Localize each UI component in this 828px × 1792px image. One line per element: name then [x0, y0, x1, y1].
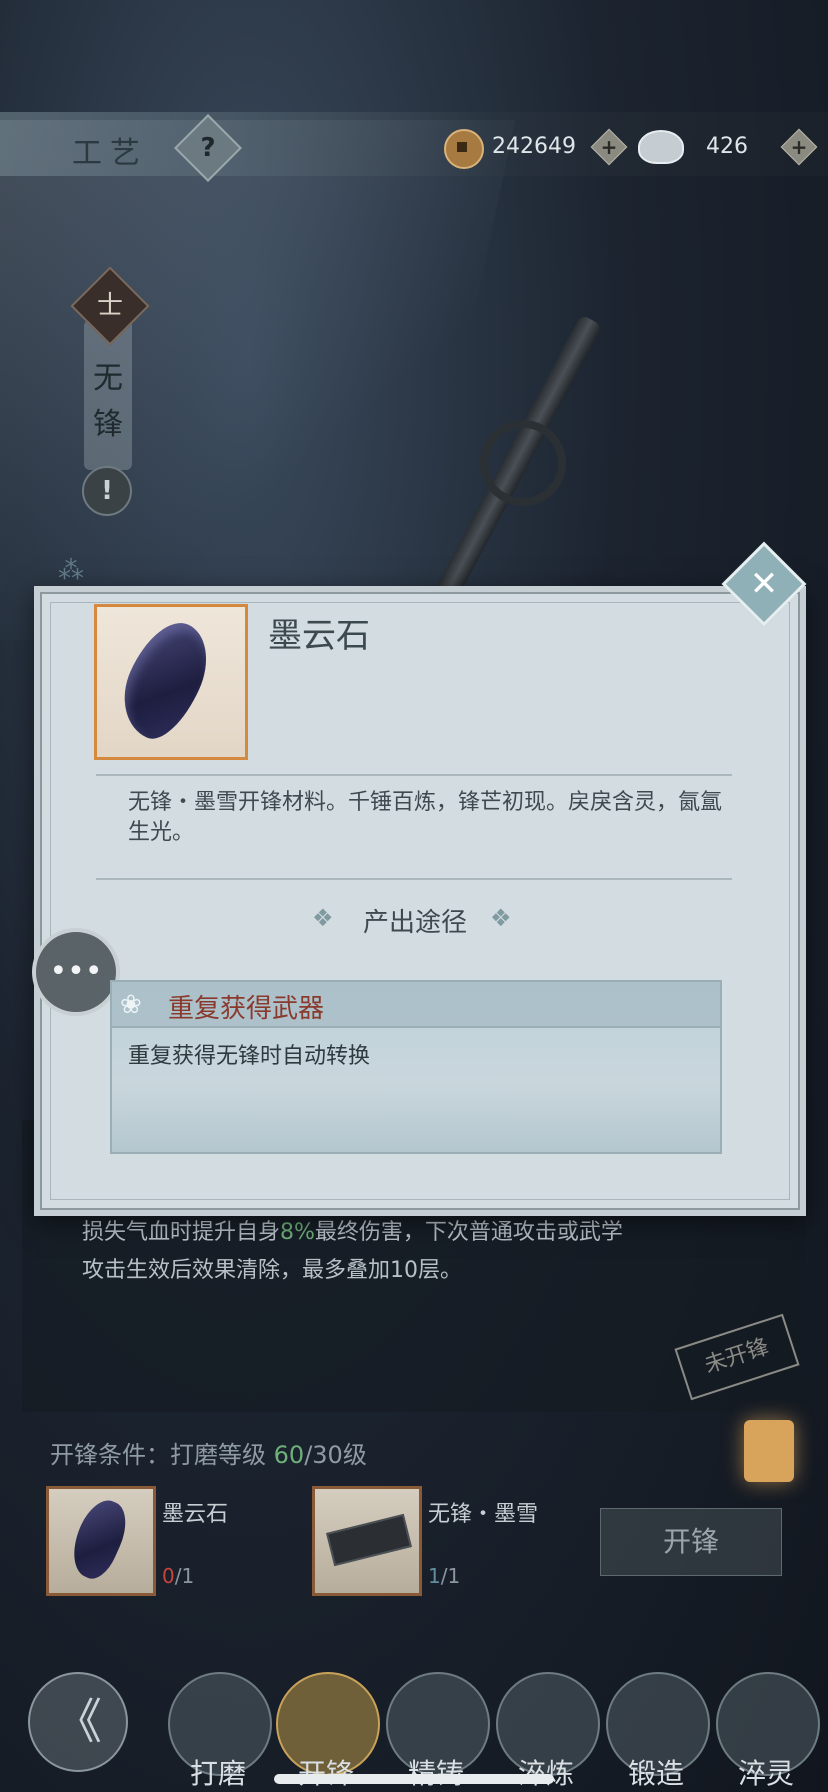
alert-icon[interactable]: !: [82, 466, 132, 516]
source-card-header: ❀ 重复获得武器: [112, 982, 720, 1028]
tab-grind-label: 打磨: [189, 1757, 246, 1790]
material-slot-moyunshi[interactable]: [46, 1486, 156, 1596]
material-name: 无锋・墨雪: [428, 1502, 539, 1527]
help-icon: ?: [200, 133, 216, 163]
silver-ingot-icon: [638, 130, 684, 164]
close-icon: ✕: [749, 564, 779, 604]
item-description: 无锋・墨雪开锋材料。千锤百炼，锋芒初现。戻戾含灵，氤氲生光。: [128, 790, 723, 845]
page-title: 工艺: [72, 136, 148, 171]
source-card[interactable]: ❀ 重复获得武器 重复获得无锋时自动转换: [110, 980, 722, 1154]
divider: [96, 878, 732, 880]
tab-spirit-label: 淬灵: [737, 1757, 794, 1790]
weapon-name: 无锋: [93, 361, 123, 442]
weapon-box-icon: [326, 1513, 412, 1567]
sharpen-condition: 开锋条件：打磨等级 60/30级: [50, 1441, 367, 1469]
divider: [96, 774, 732, 776]
copper-amount: 242649: [492, 134, 576, 159]
material-count: 0/1: [162, 1564, 195, 1588]
effect-description: 损失气血时提升自身8%最终伤害，下次普通攻击或武学 攻击生效后效果清除，最多叠加…: [82, 1220, 623, 1283]
home-indicator[interactable]: [274, 1774, 554, 1784]
source-description: 重复获得无锋时自动转换: [128, 1044, 371, 1069]
lantern-icon: [744, 1420, 794, 1482]
gem-icon: [62, 1493, 136, 1585]
material-name: 墨云石: [162, 1502, 229, 1527]
birds-decoration: ⁂: [58, 556, 92, 586]
rank-glyph: 士: [96, 291, 123, 321]
back-button[interactable]: 《: [28, 1672, 128, 1772]
plus-icon: +: [600, 135, 618, 159]
coin-icon: [444, 129, 484, 169]
silver-amount: 426: [706, 134, 748, 159]
chat-icon[interactable]: •••: [32, 928, 120, 1016]
material-count: 1/1: [428, 1564, 461, 1588]
material-slot-weapon[interactable]: [312, 1486, 422, 1596]
sharpen-button[interactable]: 开锋: [600, 1508, 782, 1576]
tab-temper-label: 淬炼: [496, 1752, 596, 1792]
diamond-deco-icon: ❖: [490, 904, 512, 932]
lotus-icon: ❀: [120, 990, 142, 1020]
source-heading: 产出途径: [362, 908, 467, 938]
plus-icon: +: [790, 135, 808, 159]
tab-refine-label: 精铸: [386, 1752, 486, 1792]
item-name: 墨云石: [268, 616, 370, 656]
tab-sharpen-label: 开锋: [276, 1752, 376, 1792]
source-title: 重复获得武器: [168, 994, 325, 1024]
tab-forge-label: 锻造: [627, 1757, 684, 1790]
